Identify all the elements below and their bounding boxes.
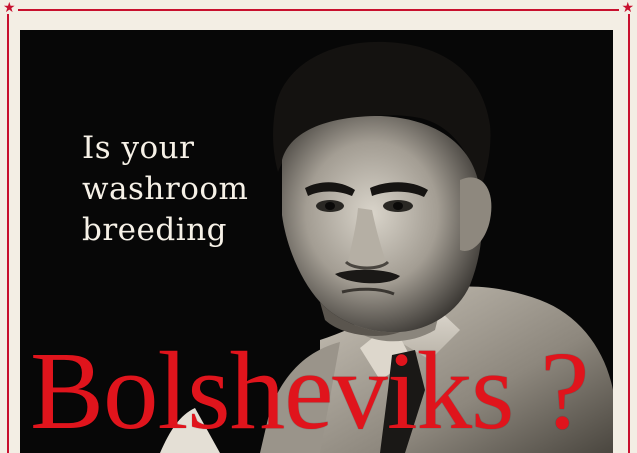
border-rule-left	[7, 14, 9, 453]
question-line: washroom	[82, 171, 249, 207]
question-text: Is your washroom breeding	[82, 128, 248, 251]
poster-frame: ★ ★ Is your washroom breeding Bolsheviks…	[0, 0, 637, 453]
border-rule-right	[628, 14, 630, 453]
question-line: Is your	[82, 130, 195, 166]
question-line: breeding	[82, 212, 227, 248]
star-icon: ★	[621, 0, 634, 16]
poster-panel: Is your washroom breeding Bolsheviks ?	[20, 30, 613, 453]
star-icon: ★	[3, 0, 16, 16]
border-rule-top	[18, 9, 619, 11]
headline: Bolsheviks ?	[30, 330, 589, 453]
